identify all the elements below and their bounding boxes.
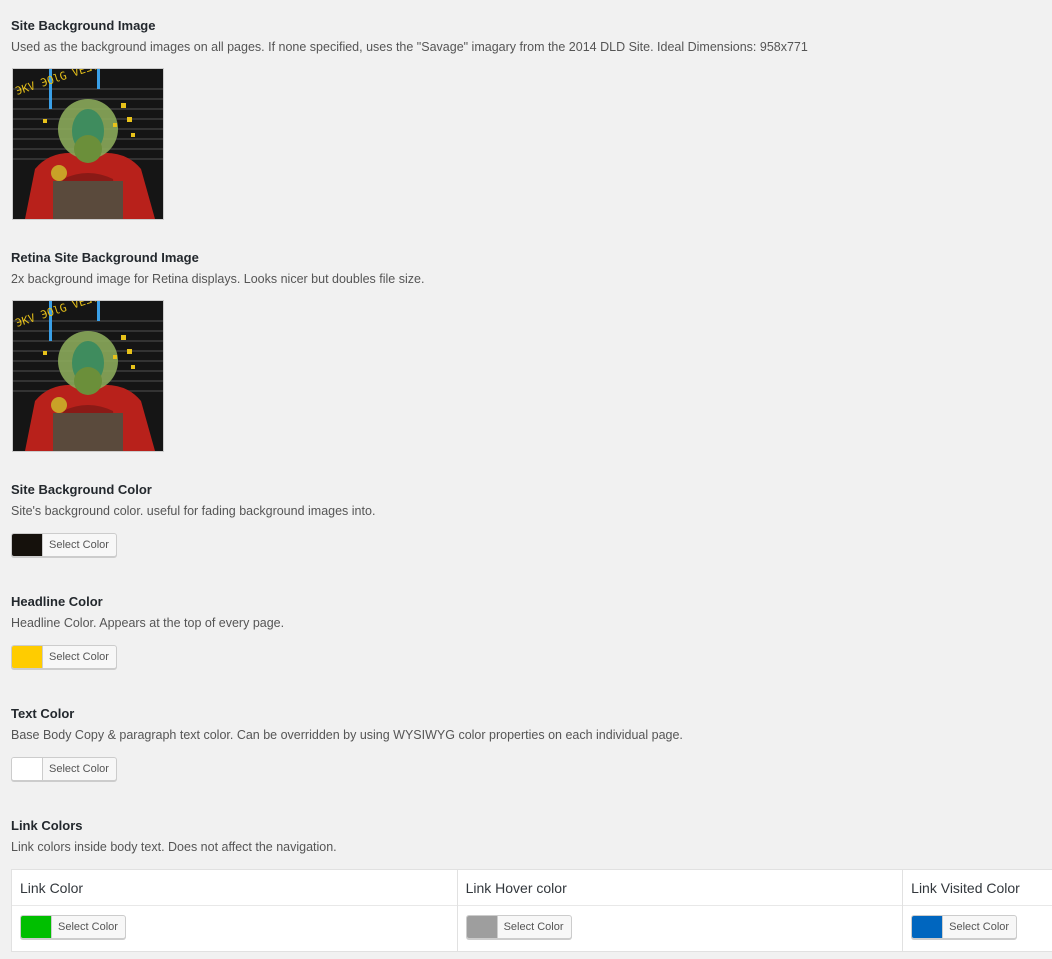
link-colors-title: Link Colors [11,818,83,833]
link-visited-color-column: Link Visited Color Select Color [903,870,1052,951]
link-colors-description: Link colors inside body text. Does not a… [11,840,337,854]
select-color-label: Select Color [49,763,109,775]
select-color-label: Select Color [49,651,109,663]
savage-artwork-image: ЭKV ЭOlG VEƎVИ ЯVD [13,301,163,451]
headline-color-description: Headline Color. Appears at the top of ev… [11,616,285,630]
select-color-label: Select Color [49,539,109,551]
headline-color-picker-button[interactable]: Select Color [11,645,117,669]
site-bg-color-description: Site's background color. useful for fadi… [11,504,376,518]
link-hover-color-picker-button[interactable]: Select Color [465,915,572,939]
color-swatch [12,758,43,780]
svg-text:ЭKV ЭOlG VEƎVИ ЯVD: ЭKV ЭOlG VEƎVИ ЯVD [14,69,131,98]
select-color-label: Select Color [949,921,1010,933]
link-colors-table: Link Color Select Color Link Hover color… [11,869,1052,952]
text-color-picker-button[interactable]: Select Color [11,757,117,781]
link-colors-field: Link Colors Link colors inside body text… [11,818,337,855]
link-color-column: Link Color Select Color [12,870,458,951]
text-color-description: Base Body Copy & paragraph text color. C… [11,728,683,742]
site-bg-color-picker-button[interactable]: Select Color [11,533,117,557]
select-color-label: Select Color [503,921,564,933]
headline-color-field: Headline Color Headline Color. Appears a… [11,594,284,631]
savage-artwork-image: ЭKV ЭOlG VEƎVИ ЯVD [13,69,163,219]
color-swatch [12,534,43,556]
site-bg-color-title: Site Background Color [11,482,152,497]
site-bg-image-thumbnail[interactable]: ЭKV ЭOlG VEƎVИ ЯVD [12,68,164,220]
retina-bg-image-description: 2x background image for Retina displays.… [11,272,425,286]
color-swatch [12,646,43,668]
link-visited-color-label: Link Visited Color [903,870,1052,906]
color-swatch [912,916,944,938]
theme-options-page: Site Background Image Used as the backgr… [0,0,1052,959]
retina-bg-image-thumbnail[interactable]: ЭKV ЭOlG VEƎVИ ЯVD [12,300,164,452]
link-hover-color-column: Link Hover color Select Color [457,870,904,951]
color-swatch [466,916,498,938]
link-visited-color-picker-button[interactable]: Select Color [911,915,1018,939]
site-bg-color-field: Site Background Color Site's background … [11,482,375,519]
retina-bg-image-title: Retina Site Background Image [11,250,199,265]
select-color-label: Select Color [58,921,118,933]
text-color-field: Text Color Base Body Copy & paragraph te… [11,706,683,743]
color-swatch [21,916,52,938]
svg-text:ЭKV ЭOlG VEƎVИ ЯVD: ЭKV ЭOlG VEƎVИ ЯVD [14,301,131,330]
link-hover-color-label: Link Hover color [457,870,903,906]
site-bg-image-description: Used as the background images on all pag… [11,40,808,54]
text-color-title: Text Color [11,706,75,721]
retina-bg-image-field: Retina Site Background Image 2x backgrou… [11,250,424,287]
link-color-picker-button[interactable]: Select Color [20,915,126,939]
site-bg-image-title: Site Background Image [11,18,156,33]
headline-color-title: Headline Color [11,594,103,609]
link-color-label: Link Color [12,870,457,906]
site-bg-image-field: Site Background Image Used as the backgr… [11,18,808,55]
